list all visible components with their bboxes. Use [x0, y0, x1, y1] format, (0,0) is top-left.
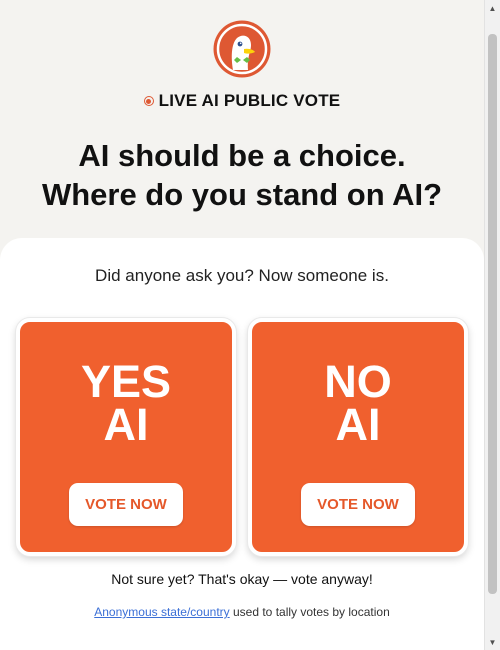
yes-vote-now-button[interactable]: VOTE NOW — [69, 483, 183, 526]
live-vote-label: LIVE AI PUBLIC VOTE — [158, 91, 341, 110]
not-sure-text: Not sure yet? That's okay — vote anyway! — [111, 571, 373, 587]
scroll-down-arrow-icon[interactable]: ▼ — [485, 634, 500, 650]
no-ai-label-line-2: AI — [335, 399, 381, 450]
vertical-scrollbar[interactable]: ▲ ▼ — [484, 0, 500, 650]
page-title: AI should be a choice. Where do you stan… — [0, 136, 484, 214]
location-footnote: Anonymous state/country used to tally vo… — [0, 605, 484, 619]
scroll-up-arrow-icon[interactable]: ▲ — [485, 0, 500, 16]
question-text: Did anyone ask you? Now someone is. — [95, 266, 389, 285]
yes-ai-label-line-2: AI — [103, 399, 149, 450]
duckduckgo-logo-icon[interactable] — [213, 20, 271, 78]
yes-ai-label-line-1: YES — [80, 356, 172, 407]
live-indicator-icon — [143, 96, 154, 106]
yes-ai-label: YES AI — [20, 356, 232, 450]
vote-card: Did anyone ask you? Now someone is. YES … — [0, 238, 484, 650]
no-vote-now-button[interactable]: VOTE NOW — [301, 483, 415, 526]
headline-line-2: Where do you stand on AI? — [41, 177, 443, 212]
live-vote-label-row: LIVE AI PUBLIC VOTE — [0, 90, 484, 112]
footnote-text: used to tally votes by location — [229, 605, 390, 619]
headline-line-1: AI should be a choice. — [78, 138, 406, 173]
no-ai-label: NO AI — [252, 356, 464, 450]
no-ai-label-line-1: NO — [324, 356, 392, 407]
page: LIVE AI PUBLIC VOTE AI should be a choic… — [0, 0, 484, 650]
scrollbar-thumb[interactable] — [488, 34, 497, 594]
anonymous-location-link[interactable]: Anonymous state/country — [94, 605, 229, 619]
yes-ai-vote-button[interactable]: YES AI VOTE NOW — [16, 318, 236, 556]
no-ai-vote-button[interactable]: NO AI VOTE NOW — [248, 318, 468, 556]
